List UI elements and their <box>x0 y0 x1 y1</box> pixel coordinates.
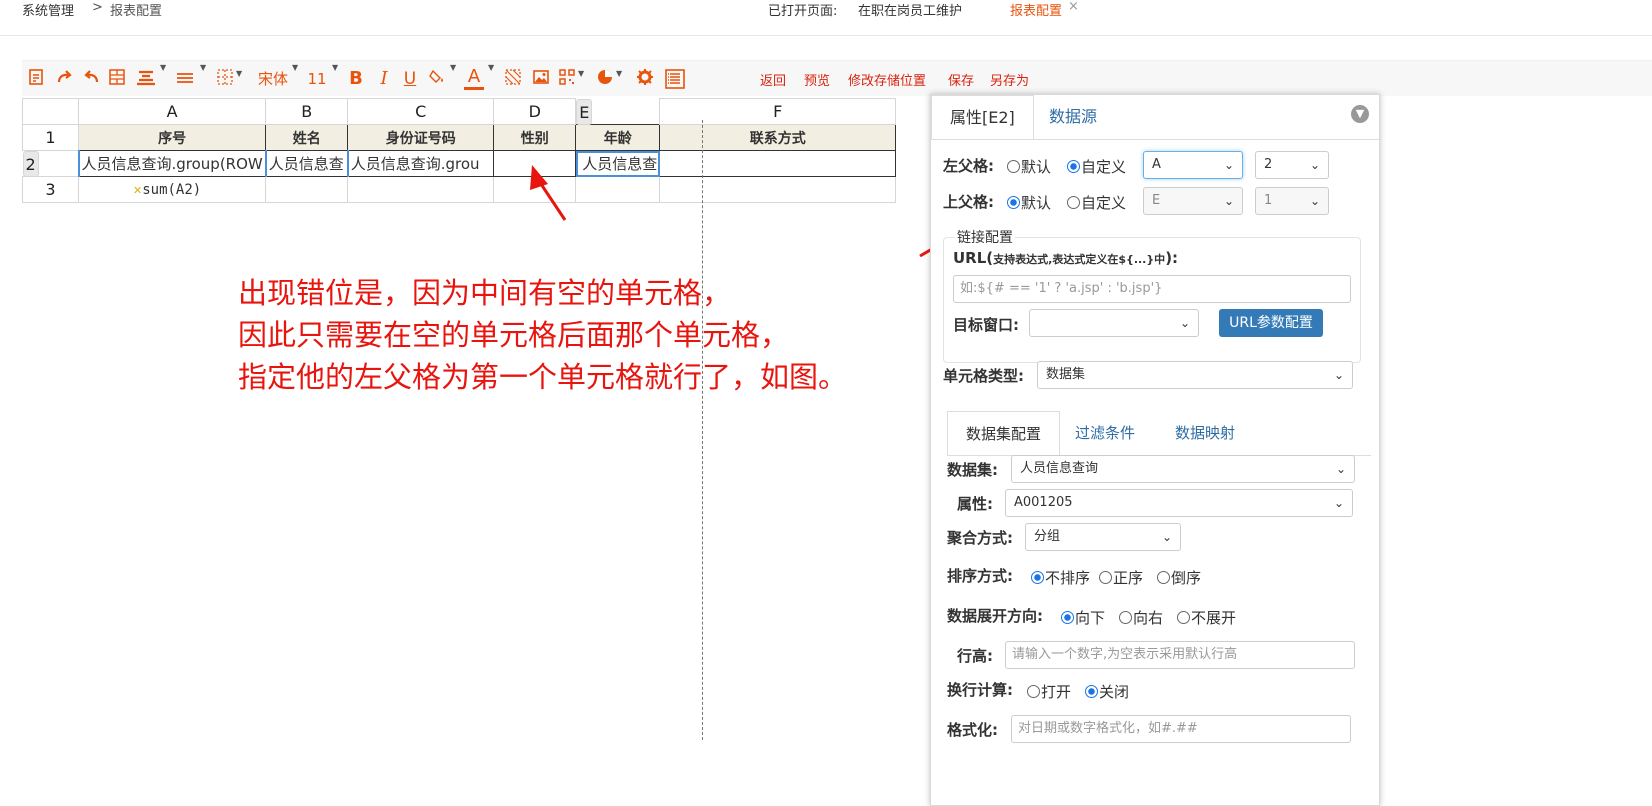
dataset-select[interactable]: 人员信息查询 ⌄ <box>1011 455 1355 483</box>
radio-icon <box>1061 611 1074 624</box>
radio-label: 向右 <box>1133 609 1164 627</box>
expand-direction-label: 数据展开方向: <box>947 607 1043 625</box>
radio-label: 向下 <box>1075 609 1106 627</box>
radio-icon <box>1067 196 1080 209</box>
collapse-icon[interactable]: ▼ <box>1351 105 1369 123</box>
top-parent-row-select[interactable]: 1 ⌄ <box>1255 187 1329 215</box>
expand-down-radio[interactable]: 向下 <box>1061 607 1105 628</box>
annotation-line: 出现错位是，因为中间有空的单元格， <box>238 276 732 310</box>
chevron-down-icon: ⌄ <box>1309 158 1320 172</box>
radio-label: 不展开 <box>1191 609 1237 627</box>
url-param-config-button[interactable]: URL参数配置 <box>1219 309 1323 337</box>
chevron-down-icon: ⌄ <box>1333 368 1344 382</box>
select-value: 2 <box>1264 157 1273 172</box>
radio-label: 自定义 <box>1081 194 1127 212</box>
select-value: E <box>1152 193 1161 208</box>
tab-dataset-config[interactable]: 数据集配置 <box>947 411 1061 455</box>
aggregate-label: 聚合方式: <box>947 529 1013 547</box>
radio-icon <box>1007 160 1020 173</box>
radio-label: 关闭 <box>1099 683 1130 701</box>
url-hint: 支持表达式,表达式定义在${...}中 <box>993 253 1166 266</box>
wrap-calc-label: 换行计算: <box>947 681 1013 699</box>
sort-none-radio[interactable]: 不排序 <box>1031 567 1090 588</box>
annotation-note: 出现错位是，因为中间有空的单元格， 因此只需要在空的单元格后面那个单元格， 指定… <box>238 272 847 398</box>
chevron-down-icon: ⌄ <box>1179 316 1190 330</box>
radio-label: 正序 <box>1113 569 1144 587</box>
chevron-down-icon: ⌄ <box>1335 462 1346 476</box>
top-parent-label: 上父格: <box>943 193 994 211</box>
attribute-select[interactable]: A001205 ⌄ <box>1005 489 1353 517</box>
radio-icon <box>1031 571 1044 584</box>
tab-filter-conditions[interactable]: 过滤条件 <box>1057 411 1153 455</box>
tab-properties[interactable]: 属性[E2] <box>931 95 1034 139</box>
radio-label: 不排序 <box>1045 569 1091 587</box>
top-parent-col-select[interactable]: E ⌄ <box>1143 187 1243 215</box>
row-height-label: 行高: <box>957 647 993 665</box>
annotation-line: 因此只需要在空的单元格后面那个单元格， <box>238 318 790 352</box>
radio-icon <box>1157 571 1170 584</box>
top-parent-default-radio[interactable]: 默认 <box>1007 192 1051 213</box>
radio-label: 默认 <box>1021 194 1052 212</box>
radio-icon <box>1119 611 1132 624</box>
radio-icon <box>1085 685 1098 698</box>
annotation-line: 指定他的左父格为第一个单元格就行了，如图。 <box>238 360 848 394</box>
tab-data-mapping[interactable]: 数据映射 <box>1157 411 1253 455</box>
format-label: 格式化: <box>947 721 998 739</box>
chevron-down-icon: ⌄ <box>1161 530 1172 544</box>
wrap-calc-on-radio[interactable]: 打开 <box>1027 681 1071 702</box>
select-value: 人员信息查询 <box>1020 461 1099 476</box>
radio-label: 打开 <box>1041 683 1072 701</box>
annotation-arrows <box>530 165 1016 258</box>
dataset-label: 数据集: <box>947 461 998 479</box>
chevron-down-icon: ⌄ <box>1223 158 1234 172</box>
select-value: A001205 <box>1014 495 1073 510</box>
left-parent-label: 左父格: <box>943 157 994 175</box>
sort-desc-radio[interactable]: 倒序 <box>1157 567 1201 588</box>
arrow-to-d2-head <box>530 165 548 190</box>
radio-icon <box>1007 196 1020 209</box>
cell-type-select[interactable]: 数据集 ⌄ <box>1037 361 1353 389</box>
select-value: 分组 <box>1034 529 1061 544</box>
wrap-calc-off-radio[interactable]: 关闭 <box>1085 681 1129 702</box>
target-window-label: 目标窗口: <box>953 316 1019 334</box>
left-parent-default-radio[interactable]: 默认 <box>1007 156 1051 177</box>
chevron-down-icon: ⌄ <box>1223 194 1234 208</box>
cell-type-label: 单元格类型: <box>943 367 1024 385</box>
select-value: A <box>1152 157 1161 172</box>
target-window-select[interactable]: ⌄ <box>1029 309 1199 337</box>
url-label-close: ): <box>1165 249 1179 267</box>
expand-none-radio[interactable]: 不展开 <box>1177 607 1236 628</box>
radio-icon <box>1027 685 1040 698</box>
attribute-label: 属性: <box>957 495 993 513</box>
radio-icon <box>1177 611 1190 624</box>
chevron-down-icon: ⌄ <box>1309 194 1320 208</box>
link-config-legend: 链接配置 <box>955 227 1015 247</box>
aggregate-select[interactable]: 分组 ⌄ <box>1025 523 1181 551</box>
left-parent-row-select[interactable]: 2 ⌄ <box>1255 151 1329 179</box>
radio-icon <box>1099 571 1112 584</box>
sort-asc-radio[interactable]: 正序 <box>1099 567 1143 588</box>
format-input[interactable]: 对日期或数字格式化，如#.## <box>1011 715 1351 743</box>
url-input[interactable]: 如:${# == '1' ? 'a.jsp' : 'b.jsp'} <box>953 275 1351 303</box>
tab-datasource[interactable]: 数据源 <box>1031 95 1115 139</box>
radio-label: 自定义 <box>1081 158 1127 176</box>
left-parent-custom-radio[interactable]: 自定义 <box>1067 156 1126 177</box>
select-value: 数据集 <box>1046 367 1086 382</box>
radio-icon <box>1067 160 1080 173</box>
radio-label: 倒序 <box>1171 569 1202 587</box>
left-parent-col-select[interactable]: A ⌄ <box>1143 151 1243 179</box>
property-panel: 属性[E2] 数据源 ▼ 左父格: 默认 自定义 A ⌄ 2 ⌄ 上父格: 默认 自… <box>930 94 1380 806</box>
expand-right-radio[interactable]: 向右 <box>1119 607 1163 628</box>
sort-label: 排序方式: <box>947 567 1013 585</box>
top-parent-custom-radio[interactable]: 自定义 <box>1067 192 1126 213</box>
url-label: URL(支持表达式,表达式定义在${...}中): <box>953 249 1178 267</box>
radio-label: 默认 <box>1021 158 1052 176</box>
select-value: 1 <box>1264 193 1273 208</box>
chevron-down-icon: ⌄ <box>1333 496 1344 510</box>
row-height-input[interactable]: 请输入一个数字,为空表示采用默认行高 <box>1005 641 1355 669</box>
url-label-text: URL( <box>953 249 994 267</box>
